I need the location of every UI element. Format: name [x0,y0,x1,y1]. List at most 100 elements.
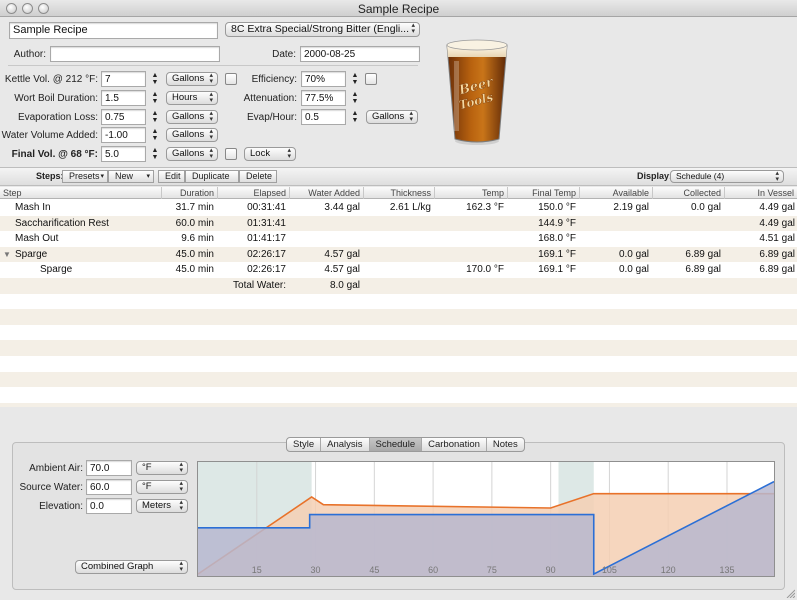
table-row[interactable]: Mash In 31.7 min 00:31:41 3.44 gal 2.61 L/kg… [0,200,797,216]
total-water-label: Total Water: [233,280,286,291]
elevation-field[interactable]: 0.0 [86,498,132,514]
column-header-water-added[interactable]: Water Added [290,187,364,199]
graph-mode-popup[interactable]: Combined Graph ▴ ▾ [75,560,188,574]
evap-loss-field[interactable]: 0.75 [101,109,146,125]
table-row[interactable]: Sparge 45.0 min 02:26:17 4.57 gal 170.0 °F 16… [0,262,797,278]
evap-loss-unit-popup[interactable]: Gallons ▴ ▾ [166,110,218,124]
cell-step: Mash In [15,202,51,213]
column-header-thickness[interactable]: Thickness [364,187,435,199]
ambient-air-field[interactable]: 70.0 [86,460,132,476]
tab-analysis[interactable]: Analysis [321,438,370,451]
evap-loss-stepper[interactable]: ▲ ▼ [151,110,159,124]
date-field[interactable]: 2000-08-25 [300,46,420,62]
display-popup[interactable]: Schedule (4) ▴ ▾ [670,170,784,183]
recipe-window: Sample Recipe Sample Recipe 8C Extra Spe… [0,0,797,600]
water-added-label: Water Volume Added: [1,130,98,141]
schedule-graph: 15 30 45 60 75 90 105 120 135 [197,461,775,577]
efficiency-stepper[interactable]: ▲ ▼ [351,72,359,86]
table-header: Step Duration Elapsed Water Added Thickn… [0,187,797,199]
popup-arrows-icon: ▴ ▾ [179,499,183,512]
column-header-step[interactable]: Step [0,187,162,199]
column-header-elapsed[interactable]: Elapsed [218,187,290,199]
water-added-unit-popup[interactable]: Gallons ▴ ▾ [166,128,218,142]
cell-temp: 170.0 °F [466,264,504,276]
cell-vessel: 4.51 gal [759,233,795,245]
efficiency-checkbox[interactable] [365,73,377,85]
final-vol-stepper[interactable]: ▲ ▼ [151,147,159,161]
cell-final: 144.9 °F [538,217,576,229]
tab-schedule[interactable]: Schedule [369,438,423,451]
water-added-field[interactable]: -1.00 [101,127,146,143]
kettle-vol-field[interactable]: 7 [101,71,146,87]
tab-style[interactable]: Style [287,438,322,451]
attenuation-stepper[interactable]: ▲ ▼ [351,91,359,105]
author-label: Author: [13,49,46,60]
final-vol-label: Final Vol. @ 68 °F: [11,149,98,160]
evap-hour-unit-popup[interactable]: Gallons ▴ ▾ [366,110,418,124]
elevation-unit-label: Meters [142,500,172,511]
tab-carbonation[interactable]: Carbonation [422,438,487,451]
column-header-final-temp[interactable]: Final Temp [508,187,580,199]
water-added-stepper[interactable]: ▲ ▼ [151,128,159,142]
source-water-field[interactable]: 60.0 [86,479,132,495]
boil-unit-popup[interactable]: Hours ▴ ▾ [166,91,218,105]
evap-hour-unit-label: Gallons [372,111,405,122]
popup-arrows-icon: ▴ ▾ [179,461,183,474]
cell-vessel: 6.89 gal [759,248,795,260]
efficiency-field[interactable]: 70% [301,71,346,87]
chevron-down-icon: ▾ [100,173,104,180]
chevron-down-icon: ▾ [146,173,150,180]
column-header-duration[interactable]: Duration [162,187,218,199]
column-header-temp[interactable]: Temp [435,187,508,199]
boil-duration-field[interactable]: 1.5 [101,90,146,106]
kettle-checkbox[interactable] [225,73,237,85]
boil-duration-stepper[interactable]: ▲ ▼ [151,91,159,105]
evap-hour-field[interactable]: 0.5 [301,109,346,125]
elevation-unit-popup[interactable]: Meters ▴ ▾ [136,499,188,513]
disclosure-triangle-icon[interactable]: ▼ [3,247,11,262]
kettle-vol-stepper[interactable]: ▲ ▼ [151,72,159,86]
column-header-available[interactable]: Available [580,187,653,199]
popup-arrows-icon: ▴ ▾ [179,560,183,573]
ambient-unit-popup[interactable]: °F ▴ ▾ [136,461,188,475]
table-row[interactable]: Saccharification Rest 60.0 min 01:31:41 144… [0,216,797,232]
cell-final: 169.1 °F [538,264,576,276]
source-unit-popup[interactable]: °F ▴ ▾ [136,480,188,494]
cell-elapsed: 02:26:17 [247,248,286,260]
popup-arrows-icon: ▴ ▾ [775,170,779,183]
tab-notes[interactable]: Notes [487,438,524,451]
table-stripe [0,325,797,341]
resize-grip-icon[interactable] [785,588,795,598]
cell-step: Mash Out [15,233,59,245]
cell-thickness [364,216,431,231]
duplicate-button[interactable]: Duplicate [185,170,239,183]
presets-menu[interactable]: Presets ▾ [62,170,108,183]
author-field[interactable] [50,46,220,62]
cell-temp [435,247,504,262]
x-tick-label: 15 [252,565,262,575]
display-popup-label: Schedule (4) [676,171,725,181]
table-row[interactable]: Sparge 45.0 min 02:26:17 4.57 gal 169.1 °F 0.… [0,247,797,263]
lock-popup[interactable]: Lock ▴ ▾ [244,147,296,161]
edit-button[interactable]: Edit [158,170,185,183]
final-vol-unit-popup[interactable]: Gallons ▴ ▾ [166,147,218,161]
cell-collected: 0.0 gal [690,202,721,213]
evap-hour-stepper[interactable]: ▲ ▼ [351,110,359,124]
cell-collected: 6.89 gal [685,264,721,276]
column-header-collected[interactable]: Collected [653,187,725,199]
table-stripe [0,356,797,372]
kettle-unit-popup[interactable]: Gallons ▴ ▾ [166,72,218,86]
cell-water [290,216,360,231]
table-row[interactable]: Mash Out 9.6 min 01:41:17 168.0 °F 4.51 gal [0,231,797,247]
final-vol-field[interactable]: 5.0 [101,146,146,162]
tab-bar: Style Analysis Schedule Carbonation Note… [286,437,525,452]
attenuation-field[interactable]: 77.5% [301,90,346,106]
x-tick-label: 90 [546,565,556,575]
cell-available: 0.0 gal [618,248,649,260]
column-header-in-vessel[interactable]: In Vessel [725,187,797,199]
new-step-menu[interactable]: New ▾ [108,170,154,183]
final-vol-checkbox[interactable] [225,148,237,160]
style-popup[interactable]: 8C Extra Special/Strong Bitter (Engli...… [225,22,420,37]
recipe-name-field[interactable]: Sample Recipe [9,22,218,39]
delete-button[interactable]: Delete [239,170,277,183]
